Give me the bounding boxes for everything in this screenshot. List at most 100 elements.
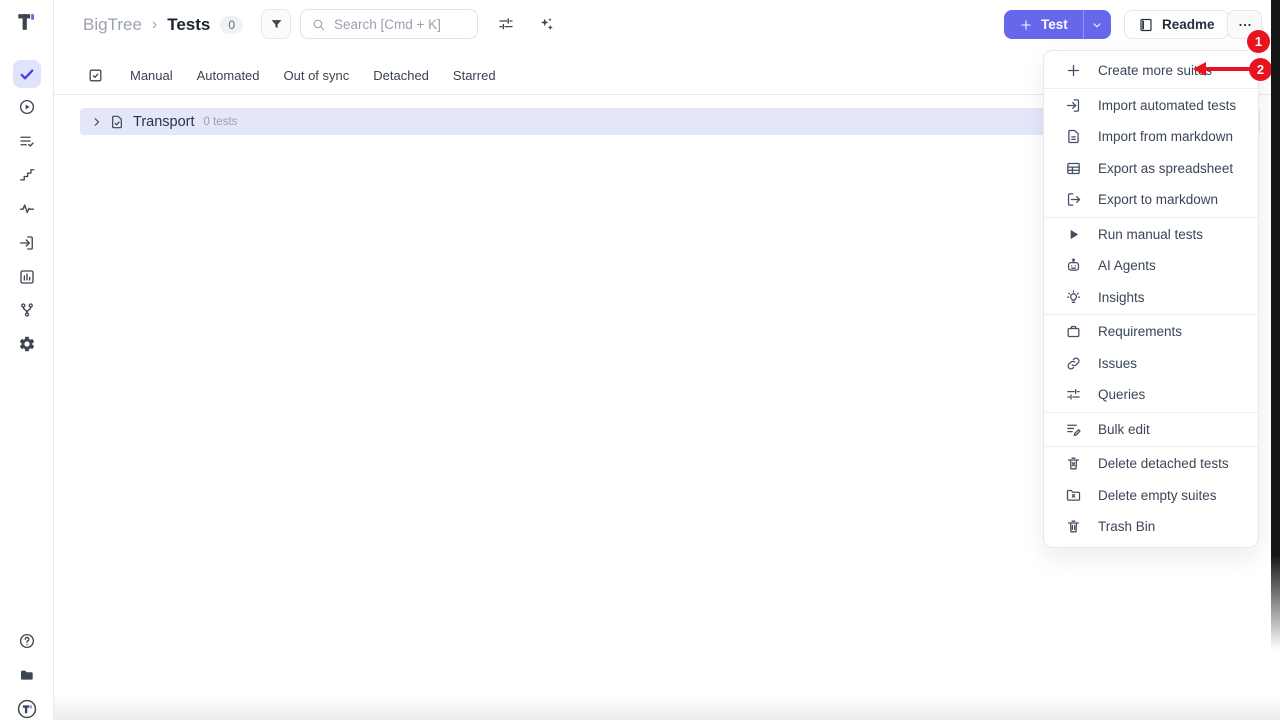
- table-icon: [1065, 160, 1082, 177]
- select-all-button[interactable]: [84, 64, 106, 86]
- search-input[interactable]: [334, 17, 464, 32]
- menu-item-import-automated-tests[interactable]: Import automated tests: [1044, 90, 1258, 122]
- menu-item-label: Delete empty suites: [1098, 488, 1217, 503]
- list-check-icon: [18, 132, 36, 150]
- file-text-icon: [1065, 128, 1082, 145]
- breadcrumb-project[interactable]: BigTree: [83, 15, 142, 35]
- menu-item-label: Issues: [1098, 356, 1137, 371]
- readme-button[interactable]: Readme: [1124, 10, 1229, 39]
- menu-item-label: Import automated tests: [1098, 98, 1236, 113]
- sidebar-item-plans[interactable]: [13, 127, 41, 155]
- annotation-step-2-badge: 2: [1249, 58, 1272, 81]
- more-actions-menu: Create more suitesImport automated tests…: [1043, 50, 1259, 548]
- menu-item-label: Import from markdown: [1098, 129, 1233, 144]
- menu-item-label: Export as spreadsheet: [1098, 161, 1233, 176]
- sidebar-item-account[interactable]: [13, 695, 41, 720]
- sidebar-item-documentation[interactable]: [13, 661, 41, 689]
- menu-item-delete-detached-tests[interactable]: Delete detached tests: [1044, 448, 1258, 480]
- tab-detached[interactable]: Detached: [373, 68, 429, 83]
- chevron-down-icon: [1090, 18, 1104, 32]
- menu-item-delete-empty-suites[interactable]: Delete empty suites: [1044, 480, 1258, 512]
- play-circle-icon: [18, 98, 36, 116]
- annotation-step-1-badge: 1: [1247, 30, 1270, 53]
- play-icon: [1065, 226, 1082, 243]
- menu-item-label: Bulk edit: [1098, 422, 1150, 437]
- testomat-logo-icon[interactable]: [16, 11, 38, 33]
- gear-icon: [18, 335, 36, 353]
- suite-test-count: 0 tests: [204, 116, 238, 128]
- trash-icon: [1065, 518, 1082, 535]
- menu-item-import-from-markdown[interactable]: Import from markdown: [1044, 121, 1258, 153]
- annotation-arrow-shaft: [1205, 67, 1250, 71]
- filter-tabs: Manual Automated Out of sync Detached Starre…: [130, 56, 496, 95]
- trash-x-icon: [1065, 455, 1082, 472]
- menu-item-issues[interactable]: Issues: [1044, 348, 1258, 380]
- funnel-icon: [269, 17, 284, 32]
- menu-item-label: Run manual tests: [1098, 227, 1203, 242]
- menu-item-requirements[interactable]: Requirements: [1044, 316, 1258, 348]
- menu-item-label: Export to markdown: [1098, 192, 1218, 207]
- tab-out-of-sync[interactable]: Out of sync: [284, 68, 350, 83]
- menu-item-trash-bin[interactable]: Trash Bin: [1044, 511, 1258, 543]
- menu-item-label: AI Agents: [1098, 258, 1156, 273]
- sidebar-item-import[interactable]: [13, 229, 41, 257]
- sidebar-item-pulse[interactable]: [13, 195, 41, 223]
- tab-starred[interactable]: Starred: [453, 68, 496, 83]
- menu-divider: [1044, 217, 1258, 218]
- plus-icon: [1019, 18, 1033, 32]
- sidebar-item-settings[interactable]: [13, 330, 41, 358]
- filter-button[interactable]: [261, 9, 291, 39]
- menu-item-queries[interactable]: Queries: [1044, 379, 1258, 411]
- create-test-dropdown[interactable]: [1084, 10, 1111, 39]
- sidebar-item-steps[interactable]: [13, 161, 41, 189]
- annotation-arrow-head: [1193, 62, 1206, 76]
- menu-divider: [1044, 446, 1258, 447]
- branch-icon: [18, 301, 36, 319]
- menu-item-label: Delete detached tests: [1098, 456, 1229, 471]
- tab-automated[interactable]: Automated: [197, 68, 260, 83]
- export-icon: [1065, 191, 1082, 208]
- folder-x-icon: [1065, 487, 1082, 504]
- plus-icon: [1065, 62, 1082, 79]
- lightbulb-icon: [1065, 289, 1082, 306]
- search-box[interactable]: [300, 9, 478, 39]
- menu-item-bulk-edit[interactable]: Bulk edit: [1044, 414, 1258, 446]
- menu-item-export-as-spreadsheet[interactable]: Export as spreadsheet: [1044, 153, 1258, 185]
- menu-item-insights[interactable]: Insights: [1044, 282, 1258, 314]
- briefcase-icon: [1065, 323, 1082, 340]
- sliders-icon: [1065, 386, 1082, 403]
- bottom-fade: [54, 694, 1280, 720]
- menu-divider: [1044, 314, 1258, 315]
- ai-sparkles-button[interactable]: [534, 12, 558, 36]
- sidebar-item-branches[interactable]: [13, 296, 41, 324]
- readme-icon: [1138, 17, 1154, 33]
- suite-name[interactable]: Transport: [133, 114, 195, 130]
- ellipsis-icon: [1236, 16, 1254, 34]
- menu-item-ai-agents[interactable]: AI Agents: [1044, 250, 1258, 282]
- check-icon: [18, 65, 36, 83]
- create-test-button[interactable]: Test: [1004, 10, 1111, 39]
- link-icon: [1065, 355, 1082, 372]
- readme-label: Readme: [1162, 17, 1215, 32]
- steps-icon: [18, 166, 36, 184]
- sparkles-icon: [537, 15, 556, 34]
- bar-chart-box-icon: [18, 268, 36, 286]
- sidebar-item-runs[interactable]: [13, 93, 41, 121]
- screen-edge-strip: [1271, 0, 1280, 720]
- menu-item-label: Queries: [1098, 387, 1145, 402]
- breadcrumb: BigTree › Tests 0: [83, 11, 243, 39]
- menu-item-label: Trash Bin: [1098, 519, 1155, 534]
- docs-icon: [18, 666, 36, 684]
- menu-item-run-manual-tests[interactable]: Run manual tests: [1044, 219, 1258, 251]
- view-settings-button[interactable]: [494, 12, 518, 36]
- import-icon: [18, 234, 36, 252]
- menu-divider: [1044, 412, 1258, 413]
- help-icon: [18, 632, 36, 650]
- sidebar-item-help[interactable]: [13, 627, 41, 655]
- tab-manual[interactable]: Manual: [130, 68, 173, 83]
- menu-item-export-to-markdown[interactable]: Export to markdown: [1044, 184, 1258, 216]
- sidebar-item-tests[interactable]: [13, 60, 41, 88]
- sidebar-item-analytics[interactable]: [13, 263, 41, 291]
- sliders-icon: [497, 15, 515, 33]
- chevron-right-icon[interactable]: [91, 116, 103, 128]
